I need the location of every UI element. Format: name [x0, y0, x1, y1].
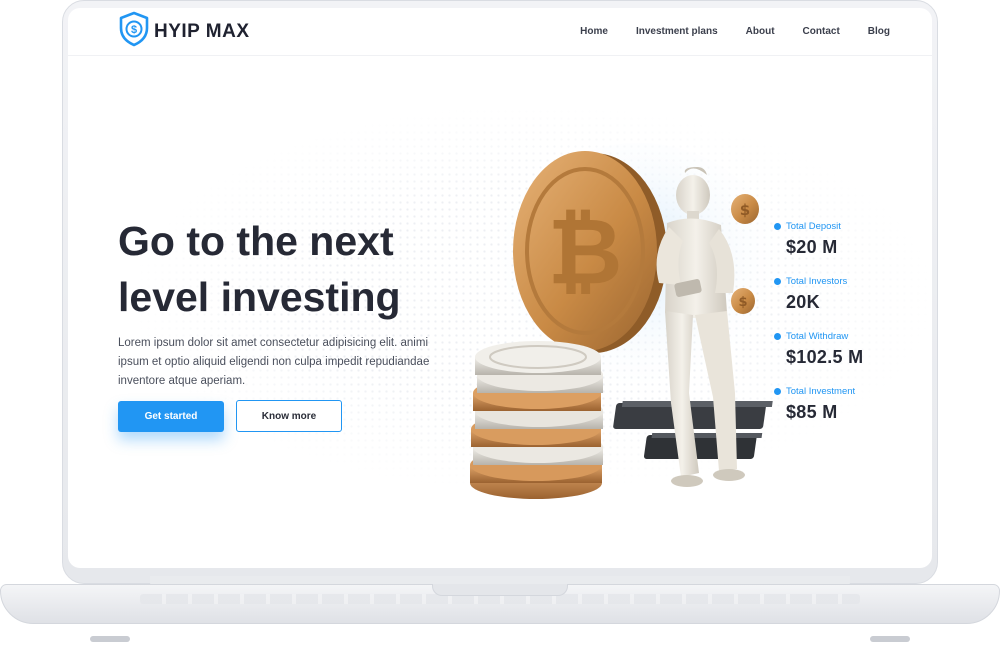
nav-blog[interactable]: Blog	[868, 26, 890, 37]
floating-coin-icon: $	[731, 194, 759, 224]
brand-name: HYIP MAX	[154, 20, 250, 42]
svg-text:$: $	[740, 201, 750, 219]
stat-total-investment: Total Investment $85 M	[774, 385, 914, 440]
stat-value: $102.5 M	[786, 347, 864, 367]
brand-logo[interactable]: $ HYIP MAX	[118, 11, 250, 52]
site-header: $ HYIP MAX Home Investment plans About C…	[68, 8, 932, 56]
stat-total-deposit: Total Deposit $20 M	[774, 220, 914, 275]
stats-list: Total Deposit $20 M Total Investors 20K …	[774, 220, 914, 440]
stat-label: Total Deposit	[786, 221, 841, 232]
stat-label: Total Investment	[786, 386, 856, 397]
dot-icon	[774, 388, 781, 395]
bitcoin-coin-icon: ₿	[513, 151, 667, 353]
hero-title: Go to the next level investing	[118, 213, 458, 325]
stat-total-withdraw: Total Withdraw $102.5 M	[774, 330, 914, 385]
stat-label: Total Investors	[786, 276, 848, 287]
coin-stack-icon	[470, 341, 603, 499]
nav-investment-plans[interactable]: Investment plans	[636, 26, 718, 37]
stat-value: $85 M	[786, 402, 838, 422]
get-started-button[interactable]: Get started	[118, 401, 224, 432]
hero-illustration: ₿ $ $	[453, 143, 820, 503]
laptop-base	[0, 576, 1000, 649]
dot-icon	[774, 223, 781, 230]
stat-total-investors: Total Investors 20K	[774, 275, 914, 330]
stat-value: 20K	[786, 292, 820, 312]
laptop-foot-right	[870, 636, 910, 642]
trackpad-notch	[432, 584, 568, 596]
dot-icon	[774, 333, 781, 340]
hero-description: Lorem ipsum dolor sit amet consectetur a…	[118, 337, 430, 387]
know-more-button[interactable]: Know more	[236, 400, 342, 432]
nav-about[interactable]: About	[746, 26, 775, 37]
shield-dollar-icon: $	[118, 11, 150, 52]
floating-coin-icon: $	[731, 288, 755, 314]
svg-text:₿: ₿	[548, 198, 623, 305]
nav-home[interactable]: Home	[580, 26, 608, 37]
hero-title-line-1: Go to the next	[118, 218, 394, 264]
nav-contact[interactable]: Contact	[803, 26, 840, 37]
main-nav: Home Investment plans About Contact Blog	[580, 26, 890, 37]
stat-label: Total Withdraw	[786, 331, 849, 342]
svg-text:$: $	[131, 24, 137, 36]
screen: $ HYIP MAX Home Investment plans About C…	[68, 8, 932, 568]
stat-value: $20 M	[786, 237, 838, 257]
hero-title-line-2: level investing	[118, 274, 401, 320]
dot-icon	[774, 278, 781, 285]
svg-text:$: $	[738, 295, 747, 310]
laptop-foot-left	[90, 636, 130, 642]
